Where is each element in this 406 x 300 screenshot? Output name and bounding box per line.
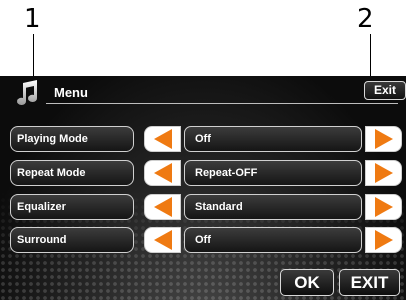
ok-button[interactable]: OK bbox=[280, 269, 334, 296]
callout-1-leader-line bbox=[33, 34, 34, 78]
setting-label: Surround bbox=[10, 227, 134, 253]
arrow-right-icon bbox=[375, 163, 393, 183]
exit-button[interactable]: EXIT bbox=[339, 269, 400, 296]
next-option-button[interactable] bbox=[365, 194, 402, 220]
arrow-left-icon bbox=[154, 163, 172, 183]
page-title: Menu bbox=[54, 85, 88, 100]
previous-option-button[interactable] bbox=[144, 126, 181, 152]
arrow-right-icon bbox=[375, 197, 393, 217]
next-option-button[interactable] bbox=[365, 227, 402, 253]
setting-label: Repeat Mode bbox=[10, 160, 134, 186]
setting-row-surround: Surround Off bbox=[10, 227, 402, 253]
setting-label: Playing Mode bbox=[10, 126, 134, 152]
next-option-button[interactable] bbox=[365, 160, 402, 186]
arrow-left-icon bbox=[154, 230, 172, 250]
device-screen: Menu Exit Playing Mode Off Repeat Mode R… bbox=[0, 76, 406, 300]
previous-option-button[interactable] bbox=[144, 160, 181, 186]
arrow-left-icon bbox=[154, 197, 172, 217]
callout-1: 1 bbox=[24, 4, 41, 34]
setting-value: Off bbox=[184, 227, 362, 253]
callout-2-leader-line bbox=[370, 34, 371, 80]
header-divider bbox=[46, 103, 398, 104]
setting-value: Repeat-OFF bbox=[184, 160, 362, 186]
arrow-left-icon bbox=[154, 129, 172, 149]
exit-button-top[interactable]: Exit bbox=[364, 81, 406, 100]
setting-value: Standard bbox=[184, 194, 362, 220]
next-option-button[interactable] bbox=[365, 126, 402, 152]
setting-label: Equalizer bbox=[10, 194, 134, 220]
setting-row-equalizer: Equalizer Standard bbox=[10, 194, 402, 220]
previous-option-button[interactable] bbox=[144, 194, 181, 220]
setting-row-playing-mode: Playing Mode Off bbox=[10, 126, 402, 152]
previous-option-button[interactable] bbox=[144, 227, 181, 253]
menu-header: Menu Exit bbox=[8, 76, 406, 106]
setting-value: Off bbox=[184, 126, 362, 152]
callout-2: 2 bbox=[357, 4, 374, 34]
setting-row-repeat-mode: Repeat Mode Repeat-OFF bbox=[10, 160, 402, 186]
arrow-right-icon bbox=[375, 230, 393, 250]
arrow-right-icon bbox=[375, 129, 393, 149]
music-note-icon bbox=[17, 80, 38, 106]
